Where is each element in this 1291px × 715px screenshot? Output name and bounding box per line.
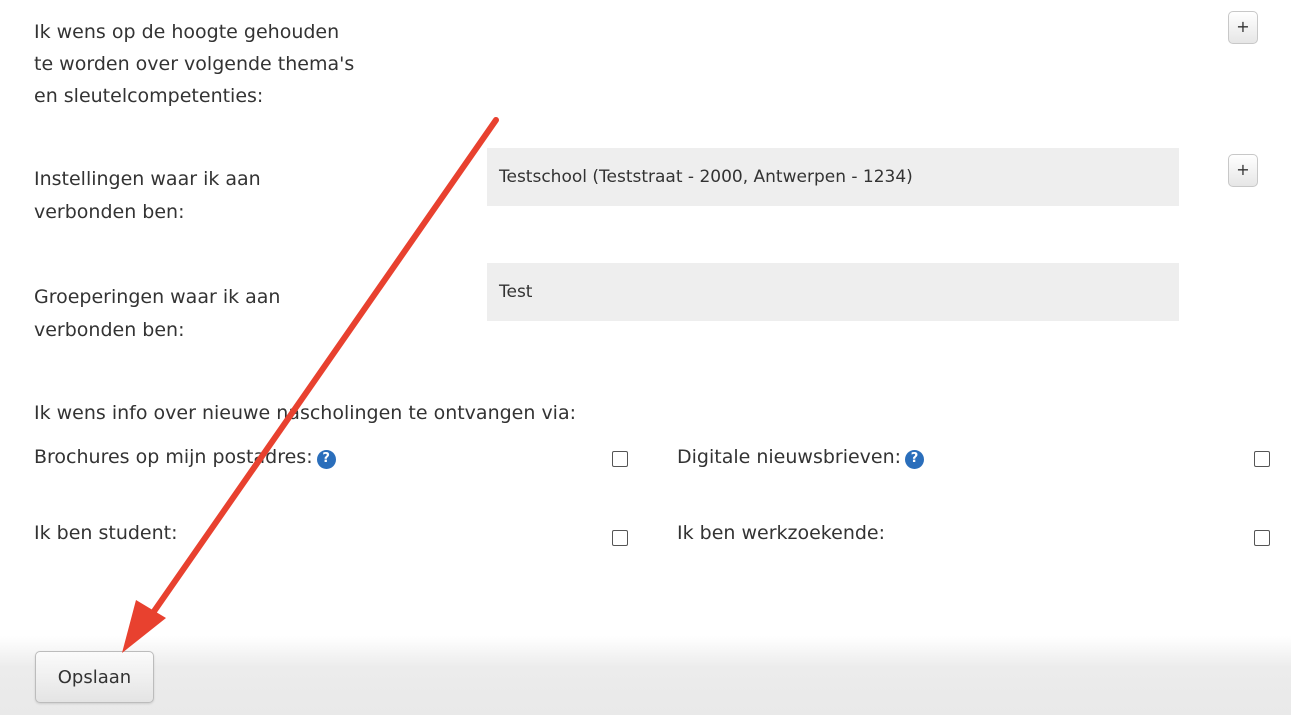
institutions-label-line-2: verbonden ben: <box>34 201 185 223</box>
help-icon[interactable]: ? <box>316 449 336 469</box>
groupings-field[interactable]: Test <box>487 263 1179 321</box>
add-theme-button[interactable]: + <box>1228 11 1258 44</box>
annotation-arrow-shaft <box>145 117 499 623</box>
jobseeker-checkbox[interactable] <box>1254 530 1270 546</box>
institutions-value: Testschool (Teststraat - 2000, Antwerpen… <box>499 167 913 187</box>
student-label: Ik ben student: <box>34 522 178 544</box>
digital-label-row: Digitale nieuwsbrieven:? <box>677 441 925 473</box>
jobseeker-label: Ik ben werkzoekende: <box>677 522 886 544</box>
brochures-label-row: Brochures op mijn postadres:? <box>34 441 336 473</box>
digital-newsletter-checkbox[interactable] <box>1254 451 1270 467</box>
newsletter-intro: Ik wens info over nieuwe nascholingen te… <box>34 402 577 424</box>
institutions-field[interactable]: Testschool (Teststraat - 2000, Antwerpen… <box>487 148 1179 206</box>
themes-label-line-1: Ik wens op de hoogte gehouden <box>34 21 340 43</box>
brochures-checkbox[interactable] <box>612 451 628 467</box>
digital-newsletter-label: Digitale nieuwsbrieven: <box>677 446 902 468</box>
groupings-value: Test <box>499 282 533 302</box>
themes-label-line-3: en sleutelcompetenties: <box>34 85 264 107</box>
save-button[interactable]: Opslaan <box>35 651 154 703</box>
brochures-label: Brochures op mijn postadres: <box>34 446 313 468</box>
help-icon[interactable]: ? <box>905 449 925 469</box>
institutions-label-line-1: Instellingen waar ik aan <box>34 168 261 190</box>
themes-label-line-2: te worden over volgende thema's <box>34 53 355 75</box>
add-institution-button[interactable]: + <box>1228 154 1258 187</box>
student-checkbox[interactable] <box>612 530 628 546</box>
groupings-label-line-1: Groeperingen waar ik aan <box>34 286 281 308</box>
form-footer <box>0 636 1291 715</box>
groupings-label-line-2: verbonden ben: <box>34 319 185 341</box>
